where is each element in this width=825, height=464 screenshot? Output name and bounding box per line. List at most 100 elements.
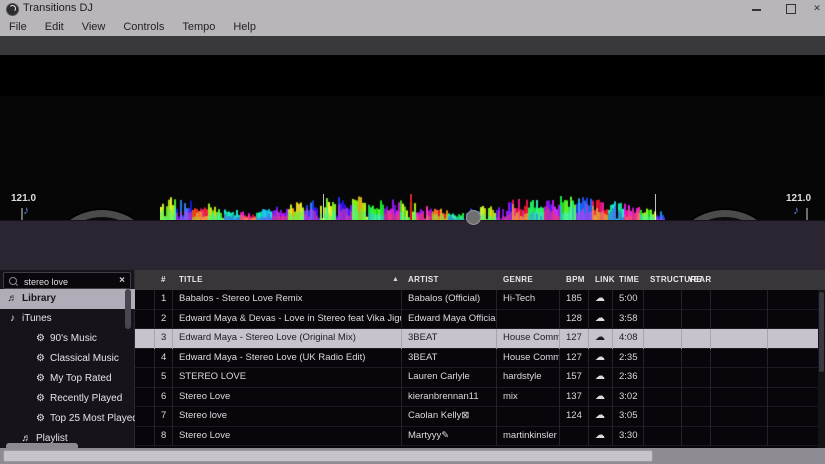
table-horizontal-scrollbar-thumb[interactable]: [3, 450, 653, 462]
cell-year: [682, 290, 711, 310]
sidebar-item-library[interactable]: ♬Library: [0, 289, 141, 309]
cell-year: [682, 310, 711, 330]
column-header-structure[interactable]: STRUCTURE: [644, 270, 682, 290]
sidebar-item-label: iTunes: [22, 313, 52, 324]
cell-blank: [768, 368, 825, 388]
table-vertical-scrollbar[interactable]: [818, 290, 825, 464]
cell-structure: [644, 329, 682, 349]
music-note-icon: ♪: [6, 309, 19, 329]
search-input[interactable]: [22, 274, 118, 289]
sidebar-item-label: 90's Music: [50, 333, 97, 344]
cell-bpm: 137: [560, 388, 589, 408]
table-row[interactable]: 5STEREO LOVELauren Carlylehardstyle157☁2…: [135, 368, 825, 388]
cloud-link-icon[interactable]: ☁: [595, 430, 605, 441]
app-window: Transitions DJ ✕ FileEditViewControlsTem…: [0, 0, 825, 464]
deck-a-note-icon: ♪: [23, 203, 29, 217]
cell-title: Stereo Love: [173, 427, 402, 447]
cloud-link-icon[interactable]: ☁: [595, 352, 605, 363]
cell-year: [682, 407, 711, 427]
column-header-bpm[interactable]: BPM: [560, 270, 589, 290]
cell-artist: Caolan Kelly⊠: [402, 407, 497, 427]
table-row[interactable]: 7Stereo loveCaolan Kelly⊠124☁3:05: [135, 407, 825, 427]
column-header-year[interactable]: YEAR: [682, 270, 711, 290]
table-row[interactable]: 2Edward Maya & Devas - Love in Stereo fe…: [135, 310, 825, 330]
cell-link: ☁: [589, 427, 613, 447]
cell-title: Edward Maya - Stereo Love (Original Mix): [173, 329, 402, 349]
cell-num: 8: [155, 427, 173, 447]
menu-bar: FileEditViewControlsTempoHelp: [0, 18, 825, 36]
cell-time: 4:08: [613, 329, 644, 349]
cell-blank: [768, 407, 825, 427]
table-row[interactable]: 8Stereo LoveMartyyy✎martinkinsler☁3:30: [135, 427, 825, 447]
cell-artist: Babalos (Official): [402, 290, 497, 310]
deck-header-row: 3BEAT - Edward Maya - Stereo Love (Origi…: [0, 55, 825, 96]
cloud-link-icon[interactable]: ☁: [595, 371, 605, 382]
cell-title: Edward Maya - Stereo Love (UK Radio Edit…: [173, 349, 402, 369]
title-bar: Transitions DJ ✕: [0, 0, 825, 18]
table-row[interactable]: 1Babalos - Stereo Love RemixBabalos (Off…: [135, 290, 825, 310]
search-icon: [9, 277, 17, 285]
sidebar-item-itunes[interactable]: ♪iTunes: [0, 309, 141, 329]
sidebar-item-label: Library: [22, 293, 56, 304]
column-header-blank: [711, 270, 768, 290]
cloud-link-icon[interactable]: ☁: [595, 293, 605, 304]
cloud-link-icon[interactable]: ☁: [595, 410, 605, 421]
cell-structure: [644, 290, 682, 310]
cell-blank: [135, 310, 155, 330]
cell-genre: mix: [497, 388, 560, 408]
cell-bpm: 127: [560, 349, 589, 369]
track-table: 1Babalos - Stereo Love RemixBabalos (Off…: [135, 290, 825, 464]
cell-artist: 3BEAT: [402, 349, 497, 369]
sidebar-vertical-scrollbar[interactable]: [125, 289, 131, 329]
minimize-button[interactable]: [752, 9, 761, 11]
table-row[interactable]: 4Edward Maya - Stereo Love (UK Radio Edi…: [135, 349, 825, 369]
search-clear-icon[interactable]: ×: [119, 275, 125, 286]
table-row[interactable]: 6Stereo Lovekieranbrennan11mix137☁3:02: [135, 388, 825, 408]
menu-item-controls[interactable]: Controls: [114, 18, 173, 36]
toolbar: SCOPE TIMELINE REC: [0, 36, 825, 55]
cloud-link-icon[interactable]: ☁: [595, 332, 605, 343]
cell-num: 2: [155, 310, 173, 330]
cell-year: [682, 368, 711, 388]
cloud-link-icon[interactable]: ☁: [595, 391, 605, 402]
column-header-link[interactable]: LINK: [589, 270, 613, 290]
maximize-button[interactable]: [786, 4, 796, 14]
column-header-title[interactable]: TITLE: [173, 270, 402, 290]
cell-title: Stereo Love: [173, 388, 402, 408]
sidebar-item-label: Classical Music: [50, 353, 119, 364]
cell-bpm: 185: [560, 290, 589, 310]
search-box[interactable]: ×: [3, 272, 131, 289]
cell-year: [682, 388, 711, 408]
column-header-artist[interactable]: ARTIST: [402, 270, 497, 290]
menu-item-file[interactable]: File: [0, 18, 36, 36]
table-horizontal-scrollbar[interactable]: [0, 448, 825, 464]
menu-item-help[interactable]: Help: [224, 18, 265, 36]
cell-link: ☁: [589, 407, 613, 427]
close-button[interactable]: ✕: [812, 3, 822, 13]
cell-num: 3: [155, 329, 173, 349]
cell-title: Edward Maya & Devas - Love in Stereo fea…: [173, 310, 402, 330]
cell-genre: Hi-Tech: [497, 290, 560, 310]
cell-blank: [768, 329, 825, 349]
menu-item-view[interactable]: View: [73, 18, 115, 36]
menu-item-edit[interactable]: Edit: [36, 18, 73, 36]
sidebar-item-label: My Top Rated: [50, 373, 112, 384]
column-header-num[interactable]: #: [155, 270, 173, 290]
cell-link: ☁: [589, 388, 613, 408]
waveform-scroll-handle[interactable]: [466, 210, 481, 225]
gear-icon: ⚙: [34, 389, 47, 409]
cell-structure: [644, 407, 682, 427]
table-row[interactable]: 3Edward Maya - Stereo Love (Original Mix…: [135, 329, 825, 349]
cell-blank: [711, 290, 768, 310]
cell-artist: Lauren Carlyle: [402, 368, 497, 388]
cell-structure: [644, 310, 682, 330]
gear-icon: ⚙: [34, 329, 47, 349]
gear-icon: ⚙: [34, 369, 47, 389]
mixer-row: CUE 1 2 3 4 LOOP 4 LOW MID HIGH: [0, 220, 825, 271]
cloud-link-icon[interactable]: ☁: [595, 313, 605, 324]
cell-blank: [711, 349, 768, 369]
column-header-time[interactable]: TIME: [613, 270, 644, 290]
menu-item-tempo[interactable]: Tempo: [173, 18, 224, 36]
column-header-genre[interactable]: GENRE: [497, 270, 560, 290]
cell-blank: [135, 388, 155, 408]
